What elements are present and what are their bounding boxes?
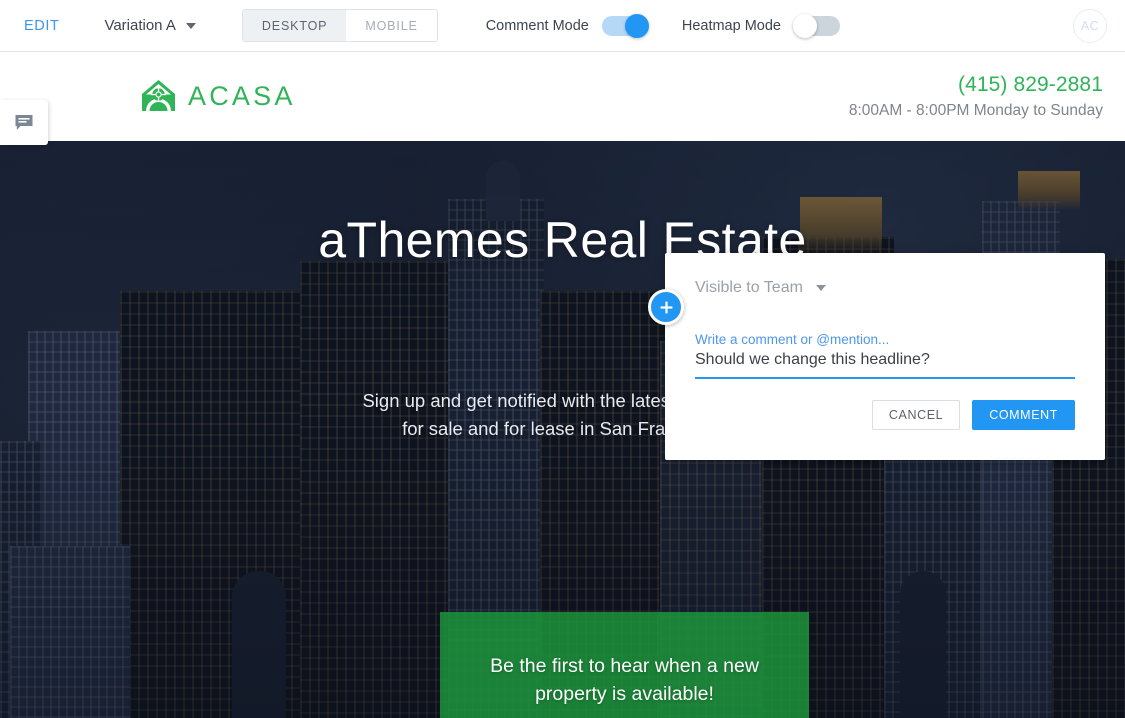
comment-panel-tab[interactable] [0, 100, 48, 145]
site-preview: ACASA (415) 829-2881 8:00AM - 8:00PM Mon… [0, 52, 1125, 718]
acasa-house-svg [142, 80, 175, 111]
device-toggle-mobile[interactable]: MOBILE [346, 10, 437, 41]
signup-form-card: Be the first to hear when a new property… [440, 612, 809, 718]
brand-logo[interactable]: ACASA [140, 78, 296, 115]
popup-actions: CANCEL COMMENT [695, 400, 1075, 430]
heatmap-mode-toggle[interactable] [792, 13, 840, 38]
comment-input-hint: Write a comment or @mention... [695, 332, 890, 347]
editor-toolbar: EDIT Variation A DESKTOP MOBILE Comment … [0, 0, 1125, 52]
device-toggle-group: DESKTOP MOBILE [241, 9, 438, 42]
comment-mode-toggle[interactable] [601, 13, 649, 38]
comment-submit-button[interactable]: COMMENT [972, 400, 1075, 430]
comment-bubble-icon [15, 114, 33, 130]
comment-mode-group: Comment Mode [485, 13, 649, 38]
variation-dropdown-label: Variation A [104, 17, 176, 34]
brand-name: ACASA [188, 81, 296, 111]
visibility-dropdown[interactable]: Visible to Team [695, 279, 826, 297]
device-toggle-desktop[interactable]: DESKTOP [242, 10, 347, 41]
plus-icon [660, 301, 672, 313]
avatar[interactable]: AC [1073, 8, 1107, 43]
variation-dropdown[interactable]: Variation A [100, 13, 199, 38]
comment-popup: Visible to Team Write a comment or @ment… [665, 253, 1105, 460]
comment-mode-label: Comment Mode [485, 17, 589, 34]
comment-field-group: Write a comment or @mention... Should we… [695, 332, 1075, 379]
cancel-button[interactable]: CANCEL [871, 400, 961, 430]
site-header: ACASA (415) 829-2881 8:00AM - 8:00PM Mon… [0, 52, 1125, 141]
acasa-house-icon [140, 78, 177, 115]
heatmap-mode-label: Heatmap Mode [681, 17, 781, 34]
phone-number[interactable]: (415) 829-2881 [849, 71, 1103, 100]
visibility-dropdown-label: Visible to Team [695, 279, 803, 296]
chevron-down-icon [185, 22, 196, 29]
signup-heading-line-1: Be the first to hear when a new [490, 655, 759, 677]
toggle-knob [792, 13, 817, 38]
signup-heading: Be the first to hear when a new property… [488, 652, 761, 709]
toggle-knob [624, 13, 649, 38]
heatmap-mode-group: Heatmap Mode [681, 13, 840, 38]
chevron-down-icon [815, 285, 826, 291]
signup-heading-line-2: property is available! [535, 683, 714, 706]
comment-pin-marker[interactable] [648, 289, 684, 325]
business-hours: 8:00AM - 8:00PM Monday to Sunday [848, 102, 1103, 120]
edit-button[interactable]: EDIT [18, 14, 65, 38]
comment-input[interactable]: Should we change this headline? [695, 351, 1075, 379]
header-contact: (415) 829-2881 8:00AM - 8:00PM Monday to… [849, 71, 1103, 121]
